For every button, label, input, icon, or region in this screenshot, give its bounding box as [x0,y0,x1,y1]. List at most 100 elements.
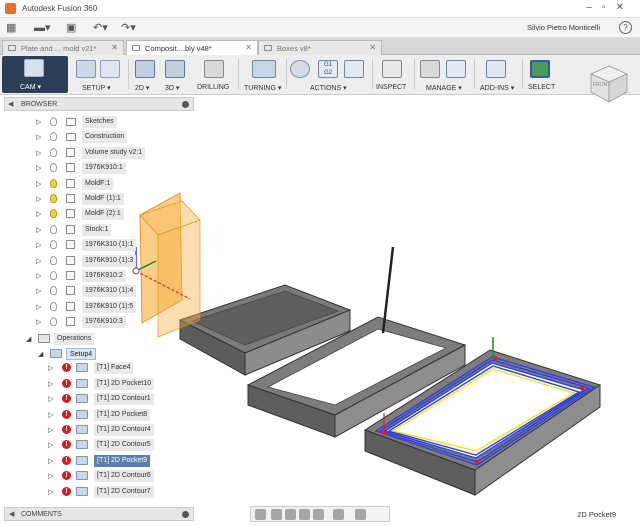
operation-item[interactable]: ▷! [T1] 2D Pocket8 [4,408,194,422]
operation-item[interactable]: ▷! [T1] 2D Contour4 [4,423,194,437]
expand-triangle-icon[interactable]: ▷ [36,195,41,203]
browser-item[interactable]: ▷ MoldF (2):1 [4,207,194,221]
expand-triangle-icon[interactable]: ▷ [36,133,41,141]
visibility-bulb-icon[interactable] [50,117,57,126]
expand-triangle-icon[interactable]: ◢ [26,335,31,343]
operation-item[interactable]: ▷! [T1] Face4 [4,361,194,375]
visibility-bulb-icon[interactable] [50,271,57,280]
turning-group[interactable]: TURNING ▾ [242,57,286,93]
expand-triangle-icon[interactable]: ▷ [36,303,41,311]
actions-group[interactable]: G1 G2 ACTIONS ▾ [290,57,370,93]
browser-item[interactable]: ▷ 1976K310 (1):1 [4,238,194,252]
browser-panel-header[interactable]: ◀ BROWSER [4,97,194,111]
expand-triangle-icon[interactable]: ▷ [48,364,53,372]
visibility-bulb-icon[interactable] [50,301,57,311]
expand-triangle-icon[interactable]: ▷ [36,210,41,218]
window-controls[interactable]: –▫✕ [587,2,635,13]
browser-item[interactable]: ▷ MoldF:1 [4,177,194,191]
pan-icon[interactable] [285,509,296,520]
panel-pin-icon[interactable] [182,101,189,108]
expand-triangle-icon[interactable]: ▷ [36,149,41,157]
expand-triangle-icon[interactable]: ▷ [36,241,41,249]
visibility-bulb-icon[interactable] [50,163,57,173]
visibility-bulb-icon[interactable] [50,224,57,234]
expand-triangle-icon[interactable]: ▷ [36,257,41,265]
expand-triangle-icon[interactable]: ▷ [48,395,53,403]
operation-item[interactable]: ▷! [T1] 2D Pocket9 [4,454,194,468]
tab-plate-and-mold[interactable]: Plate and ... mold v21* ✕ [2,40,124,55]
expand-triangle-icon[interactable]: ▷ [48,441,53,449]
visibility-bulb-icon[interactable] [50,194,57,203]
browser-item[interactable]: ▷ 1976K310 (1):4 [4,284,194,298]
close-icon[interactable]: ✕ [369,43,376,52]
expand-triangle-icon[interactable]: ▷ [36,180,41,188]
look-at-icon[interactable] [271,509,282,520]
setup-group[interactable]: SETUP ▾ [72,57,128,93]
operations-node[interactable]: ◢ Operations [4,332,194,346]
viewcube[interactable]: FRONT [583,64,631,104]
close-icon[interactable]: ✕ [245,43,252,52]
expand-triangle-icon[interactable]: ◢ [38,350,43,358]
orbit-icon[interactable] [255,509,266,520]
browser-item[interactable]: ▷ 1976K910:1 [4,161,194,175]
grid-menu-icon[interactable]: ▦ [6,21,16,35]
expand-triangle-icon[interactable]: ▷ [48,488,53,496]
workspace-switcher-button[interactable]: CAM ▾ [2,56,68,93]
drilling-group[interactable]: DRILLING [194,57,234,93]
expand-triangle-icon[interactable]: ▷ [48,426,53,434]
help-icon[interactable]: ? [619,21,632,34]
browser-item[interactable]: ▷ 1976K910 (1):5 [4,300,194,314]
redo-icon[interactable]: ↷▾ [121,21,136,35]
select-group[interactable]: SELECT [526,57,556,93]
fit-icon[interactable] [313,509,324,520]
visibility-bulb-icon[interactable] [50,255,57,265]
browser-item[interactable]: ▷ Sketches [4,115,194,129]
2d-group[interactable]: 2D ▾ [132,57,160,93]
expand-triangle-icon[interactable]: ▷ [36,118,41,126]
operation-item[interactable]: ▷! [T1] 2D Contour6 [4,469,194,483]
tab-boxes[interactable]: Boxes v8* ✕ [258,40,382,55]
operation-item[interactable]: ▷! [T1] 2D Contour7 [4,485,194,499]
visibility-bulb-icon[interactable] [50,286,57,296]
visibility-bulb-icon[interactable] [50,132,57,142]
undo-icon[interactable]: ↶▾ [93,21,108,35]
save-icon[interactable]: ▣ [66,21,76,35]
panel-pin-icon[interactable] [182,511,189,518]
browser-item[interactable]: ▷ 1976K910:3 [4,315,194,329]
setup-node[interactable]: ◢ Setup4 [4,347,194,361]
comments-panel-header[interactable]: ◀ COMMENTS [4,507,194,521]
browser-item[interactable]: ▷ Stock:1 [4,223,194,237]
user-name[interactable]: Silvio Pietro Monticelli [527,23,600,32]
visibility-bulb-icon[interactable] [50,209,57,219]
browser-item[interactable]: ▷ 1976K910:2 [4,269,194,283]
browser-item[interactable]: ▷ Construction [4,130,194,144]
addins-group[interactable]: ADD-INS ▾ [478,57,518,93]
expand-triangle-icon[interactable]: ▷ [48,380,53,388]
display-settings-icon[interactable] [333,509,344,520]
tab-composite-assembly[interactable]: Composit....bly v48* ✕ [126,40,258,55]
collapse-arrow-icon[interactable]: ◀ [8,100,13,108]
browser-item[interactable]: ▷ Volume study v2:1 [4,146,194,160]
collapse-arrow-icon[interactable]: ◀ [9,510,14,518]
browser-item[interactable]: ▷ MoldF (1):1 [4,192,194,206]
expand-triangle-icon[interactable]: ▷ [36,272,41,280]
operation-item[interactable]: ▷! [T1] 2D Contour5 [4,438,194,452]
operation-item[interactable]: ▷! [T1] 2D Contour1 [4,392,194,406]
visibility-bulb-icon[interactable] [50,240,57,250]
visibility-bulb-icon[interactable] [50,147,57,157]
browser-item[interactable]: ▷ 1976K910 (1):3 [4,254,194,268]
file-menu-icon[interactable]: ▬▾ [34,21,51,35]
inspect-group[interactable]: INSPECT [376,57,410,93]
expand-triangle-icon[interactable]: ▷ [48,411,53,419]
expand-triangle-icon[interactable]: ▷ [48,472,53,480]
grid-settings-icon[interactable] [355,509,366,520]
manage-group[interactable]: MANAGE ▾ [418,57,474,93]
expand-triangle-icon[interactable]: ▷ [36,226,41,234]
expand-triangle-icon[interactable]: ▷ [36,164,41,172]
expand-triangle-icon[interactable]: ▷ [48,457,53,465]
zoom-icon[interactable] [299,509,310,520]
visibility-bulb-icon[interactable] [50,178,57,188]
visibility-bulb-icon[interactable] [50,317,57,327]
3d-group[interactable]: 3D ▾ [162,57,190,93]
operation-item[interactable]: ▷! [T1] 2D Pocket10 [4,377,194,391]
